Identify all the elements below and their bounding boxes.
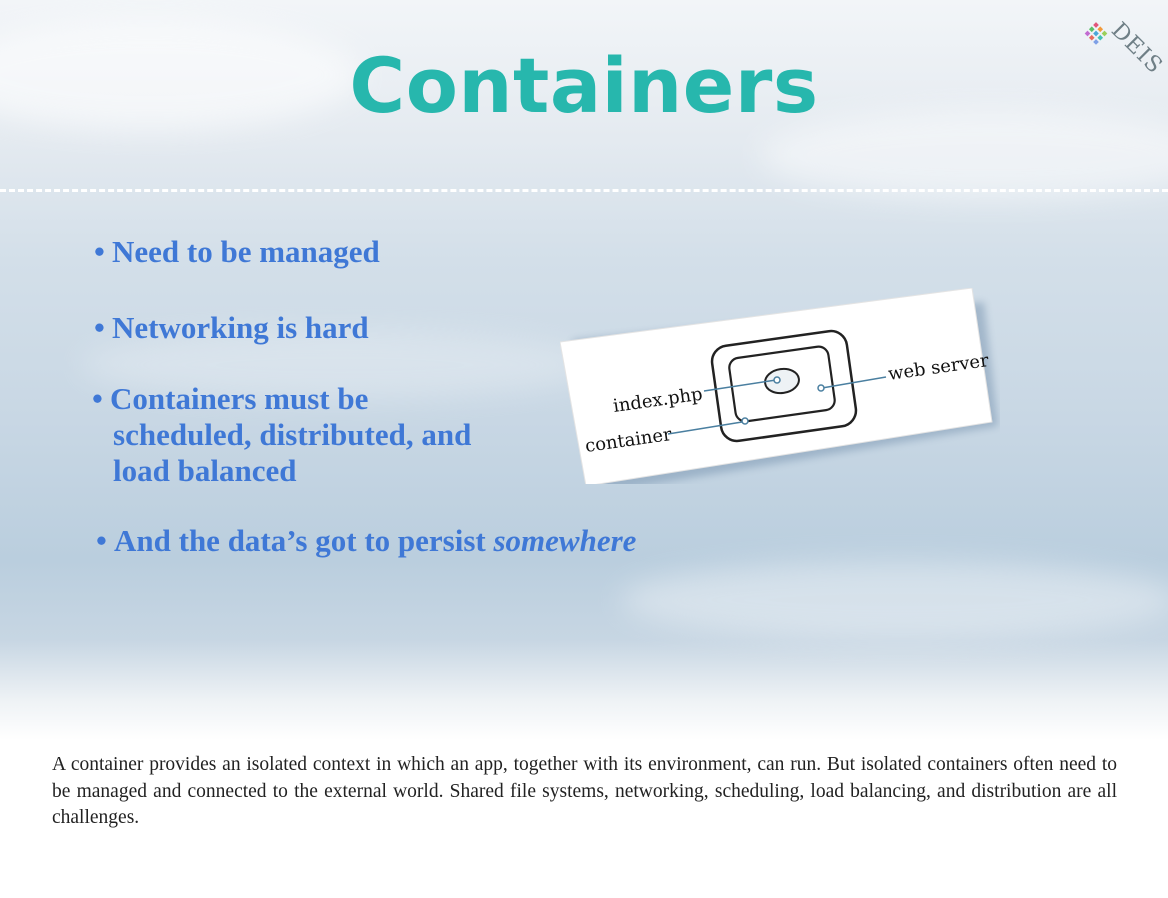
bullet-dot: • <box>96 523 107 558</box>
slide-title: Containers <box>349 41 819 130</box>
bullet-dot: • <box>92 381 103 416</box>
container-diagram: index.php container web server <box>560 288 998 484</box>
bullet-item: • Need to be managed <box>94 234 380 270</box>
bullet-dot: • <box>94 234 105 269</box>
caption-paragraph: A container provides an isolated context… <box>52 754 1117 828</box>
index-pointer-dot <box>773 376 781 384</box>
dashed-divider <box>0 189 1168 192</box>
slide: Containers DEIS • Need to be managed • Net… <box>0 0 1168 740</box>
webserver-pointer-dot <box>817 384 825 392</box>
bullet-text-continued: scheduled, distributed, and <box>113 417 472 452</box>
bullet-text: Need to be managed <box>112 234 380 269</box>
bullet-item: • Networking is hard <box>94 310 369 346</box>
bullet-text-continued: load balanced <box>113 453 297 488</box>
bullet-text: Networking is hard <box>112 310 369 345</box>
container-pointer-dot <box>741 417 749 425</box>
background-haze <box>620 560 1168 640</box>
bullet-text: Containers must be <box>110 381 369 416</box>
bullet-emphasis: somewhere <box>493 523 637 558</box>
bullet-item: • Containers must be scheduled, distribut… <box>92 381 471 489</box>
bullet-dot: • <box>94 310 105 345</box>
bullet-item: • And the data’s got to persist somewhere <box>96 523 636 559</box>
bullet-text: And the data’s got to persist <box>114 523 494 558</box>
